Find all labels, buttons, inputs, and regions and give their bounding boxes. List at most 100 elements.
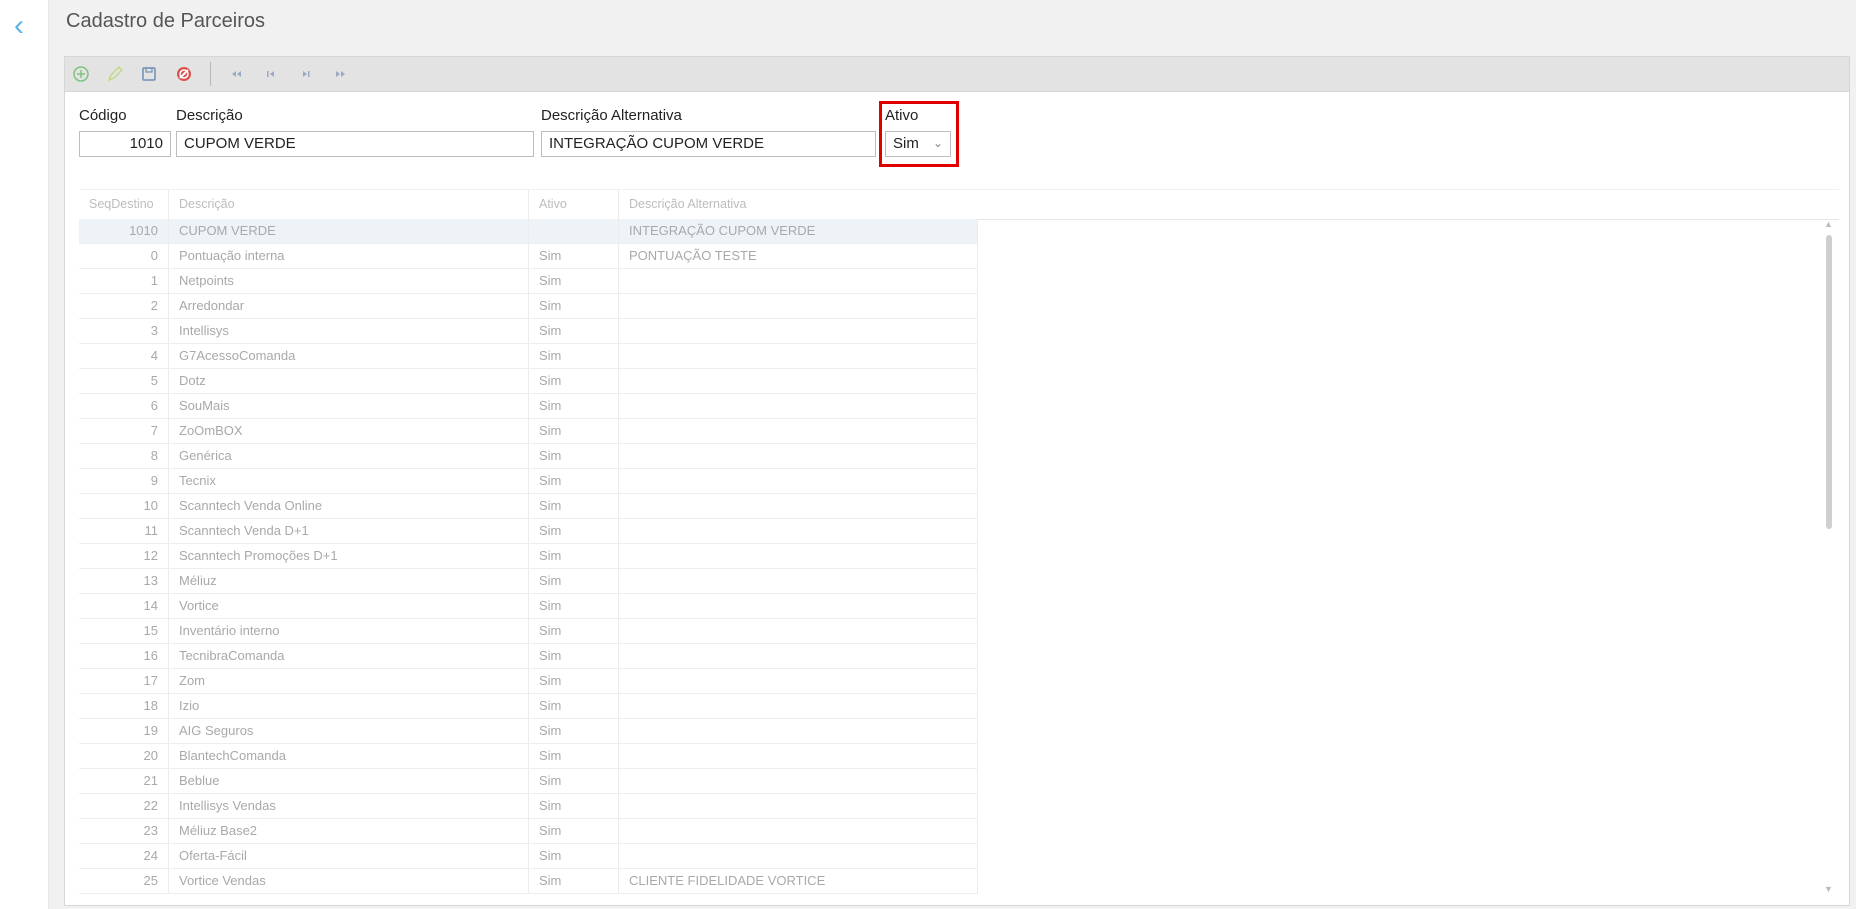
table-row[interactable]: 9 Tecnix Sim <box>79 469 978 494</box>
cell-descricao: Scanntech Venda Online <box>169 494 529 518</box>
cell-descricao-alternativa <box>619 519 978 543</box>
cell-descricao: Vortice Vendas <box>169 869 529 893</box>
table-row[interactable]: 16 TecnibraComanda Sim <box>79 644 978 669</box>
cell-descricao: Genérica <box>169 444 529 468</box>
cell-descricao-alternativa <box>619 294 978 318</box>
cell-ativo: Sim <box>529 869 619 893</box>
cell-descricao-alternativa <box>619 594 978 618</box>
cell-descricao-alternativa <box>619 644 978 668</box>
cell-ativo: Sim <box>529 419 619 443</box>
cell-seqdestino: 3 <box>79 319 169 343</box>
cell-descricao-alternativa: PONTUAÇÃO TESTE <box>619 244 978 268</box>
codigo-label: Código <box>79 107 127 124</box>
ativo-label: Ativo <box>885 107 919 124</box>
table-row[interactable]: 15 Inventário interno Sim <box>79 619 978 644</box>
table-row[interactable]: 7 ZoOmBOX Sim <box>79 419 978 444</box>
column-header-descricao[interactable]: Descrição <box>169 190 529 219</box>
cell-seqdestino: 15 <box>79 619 169 643</box>
table-row[interactable]: 4 G7AcessoComanda Sim <box>79 344 978 369</box>
last-record-icon[interactable] <box>332 65 350 83</box>
cell-descricao: Scanntech Promoções D+1 <box>169 544 529 568</box>
descricao-alternativa-field[interactable]: INTEGRAÇÃO CUPOM VERDE <box>541 131 876 157</box>
cell-descricao: Netpoints <box>169 269 529 293</box>
table-row[interactable]: 25 Vortice Vendas Sim CLIENTE FIDELIDADE VO… <box>79 869 978 894</box>
first-record-icon[interactable] <box>227 65 245 83</box>
cell-descricao: Zom <box>169 669 529 693</box>
cell-ativo: Sim <box>529 344 619 368</box>
cell-descricao-alternativa: CLIENTE FIDELIDADE VORTICE <box>619 869 978 893</box>
table-row[interactable]: 5 Dotz Sim <box>79 369 978 394</box>
table-row[interactable]: 10 Scanntech Venda Online Sim <box>79 494 978 519</box>
cancel-icon[interactable] <box>175 65 193 83</box>
table-row[interactable]: 8 Genérica Sim <box>79 444 978 469</box>
cell-descricao: Oferta-Fácil <box>169 844 529 868</box>
back-chevron-icon[interactable]: ‹ <box>14 11 36 42</box>
column-header-ativo[interactable]: Ativo <box>529 190 619 219</box>
scroll-thumb[interactable] <box>1826 235 1832 529</box>
cell-ativo: Sim <box>529 444 619 468</box>
next-record-icon[interactable] <box>297 65 315 83</box>
cell-seqdestino: 20 <box>79 744 169 768</box>
edit-icon[interactable] <box>106 65 124 83</box>
table-row[interactable]: 13 Méliuz Sim <box>79 569 978 594</box>
table-row[interactable]: 3 Intellisys Sim <box>79 319 978 344</box>
table-row[interactable]: 12 Scanntech Promoções D+1 Sim <box>79 544 978 569</box>
cell-descricao-alternativa <box>619 419 978 443</box>
cell-descricao-alternativa <box>619 819 978 843</box>
cell-seqdestino: 21 <box>79 769 169 793</box>
page-title: Cadastro de Parceiros <box>66 10 265 32</box>
cell-descricao: SouMais <box>169 394 529 418</box>
cell-seqdestino: 2 <box>79 294 169 318</box>
cell-seqdestino: 1 <box>79 269 169 293</box>
previous-record-icon[interactable] <box>262 65 280 83</box>
scroll-down-icon[interactable]: ▼ <box>1824 884 1833 894</box>
add-icon[interactable] <box>72 65 90 83</box>
cell-descricao: Arredondar <box>169 294 529 318</box>
cell-descricao: Izio <box>169 694 529 718</box>
table-row[interactable]: 1010 CUPOM VERDE INTEGRAÇÃO CUPOM VERDE <box>79 219 978 244</box>
table-row[interactable]: 14 Vortice Sim <box>79 594 978 619</box>
cell-descricao: Inventário interno <box>169 619 529 643</box>
cell-ativo: Sim <box>529 744 619 768</box>
cell-seqdestino: 16 <box>79 644 169 668</box>
form-panel: Código 1010 Descrição CUPOM VERDE Descri… <box>64 56 1850 906</box>
table-row[interactable]: 0 Pontuação interna Sim PONTUAÇÃO TESTE <box>79 244 978 269</box>
cell-ativo: Sim <box>529 494 619 518</box>
table-row[interactable]: 21 Beblue Sim <box>79 769 978 794</box>
cell-descricao-alternativa <box>619 394 978 418</box>
table-row[interactable]: 23 Méliuz Base2 Sim <box>79 819 978 844</box>
table-row[interactable]: 11 Scanntech Venda D+1 Sim <box>79 519 978 544</box>
cell-descricao: Méliuz Base2 <box>169 819 529 843</box>
save-icon[interactable] <box>140 65 158 83</box>
grid-scrollbar[interactable]: ▲ ▼ <box>1823 219 1835 899</box>
table-row[interactable]: 22 Intellisys Vendas Sim <box>79 794 978 819</box>
toolbar-separator <box>210 62 211 86</box>
cell-ativo: Sim <box>529 469 619 493</box>
table-row[interactable]: 17 Zom Sim <box>79 669 978 694</box>
cell-seqdestino: 18 <box>79 694 169 718</box>
cell-ativo: Sim <box>529 819 619 843</box>
table-row[interactable]: 18 Izio Sim <box>79 694 978 719</box>
cell-descricao: Intellisys <box>169 319 529 343</box>
cell-descricao: Méliuz <box>169 569 529 593</box>
table-row[interactable]: 6 SouMais Sim <box>79 394 978 419</box>
cell-descricao: CUPOM VERDE <box>169 219 529 243</box>
cell-descricao: G7AcessoComanda <box>169 344 529 368</box>
descricao-field[interactable]: CUPOM VERDE <box>176 131 534 157</box>
table-row[interactable]: 2 Arredondar Sim <box>79 294 978 319</box>
table-row[interactable]: 24 Oferta-Fácil Sim <box>79 844 978 869</box>
table-row[interactable]: 19 AIG Seguros Sim <box>79 719 978 744</box>
ativo-select[interactable]: Sim ⌄ <box>885 131 951 157</box>
scroll-up-icon[interactable]: ▲ <box>1824 219 1833 229</box>
cell-seqdestino: 22 <box>79 794 169 818</box>
table-row[interactable]: 20 BlantechComanda Sim <box>79 744 978 769</box>
cell-ativo: Sim <box>529 669 619 693</box>
column-header-seqdestino[interactable]: SeqDestino <box>79 190 169 219</box>
cell-seqdestino: 7 <box>79 419 169 443</box>
cell-descricao: AIG Seguros <box>169 719 529 743</box>
table-row[interactable]: 1 Netpoints Sim <box>79 269 978 294</box>
cell-descricao-alternativa <box>619 369 978 393</box>
codigo-field[interactable]: 1010 <box>79 131 171 157</box>
cell-ativo: Sim <box>529 519 619 543</box>
column-header-descricao-alternativa[interactable]: Descrição Alternativa <box>619 190 978 219</box>
